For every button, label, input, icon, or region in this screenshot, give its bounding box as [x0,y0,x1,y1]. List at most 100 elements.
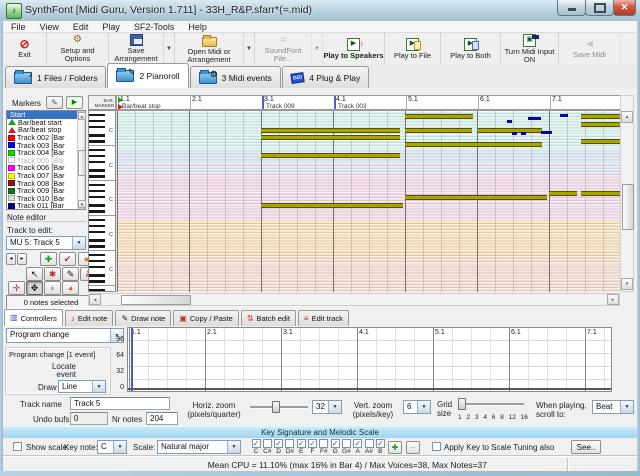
midi-note[interactable] [581,114,620,119]
black-key[interactable] [89,266,105,269]
track-name-input[interactable]: Track 5 [70,397,170,410]
close-button[interactable]: ✕ [613,0,636,16]
pianoroll-grid[interactable] [116,110,620,292]
black-key[interactable] [89,231,105,234]
midi-note[interactable] [405,195,547,200]
tab-4-plug-play[interactable]: GO!4 Plug & Play [282,66,369,88]
select-tool[interactable]: ↖ [26,267,43,281]
midi-note[interactable] [261,203,403,208]
controller-type-select[interactable]: Program change▼ [6,328,124,343]
toolbar-play-both-button[interactable]: ▶Play to Both [441,33,501,64]
toolbar-save-button[interactable]: Save Arrangement▼ [109,33,175,64]
black-key[interactable] [89,140,105,143]
midi-note[interactable] [521,132,526,135]
scale-note-checkbox[interactable]: ✓ [353,439,362,448]
menu-edit[interactable]: Edit [73,22,89,32]
scale-note-checkbox[interactable]: ✓ [252,439,261,448]
scale-note-checkbox[interactable]: ✓ [297,439,306,448]
show-scale-checkbox[interactable] [13,442,22,451]
menu-sf2-tools[interactable]: SF2-Tools [134,22,175,32]
glue-tool[interactable]: ✱ [44,267,61,281]
editor-tab-edit-note[interactable]: ♪Edit note [65,310,114,326]
toolbar-setup-button[interactable]: ⚙Setup and Options [47,33,109,64]
black-key[interactable] [89,190,105,193]
maximize-button[interactable] [585,0,614,16]
draw-mode-select[interactable]: Line▼ [58,380,106,393]
scale-select[interactable]: Natural major▼ [157,440,241,454]
tab-2-pianoroll[interactable]: ✎2 Pianoroll [107,63,188,88]
scale-note-checkbox[interactable]: ✓ [376,439,385,448]
black-key[interactable] [89,184,105,187]
midi-note[interactable] [507,120,512,123]
toolbar-midi-input-button[interactable]: ▣Turn Midi Input ON [501,33,559,64]
midi-note[interactable] [261,128,400,133]
scale-note-checkbox[interactable]: ✓ [308,439,317,448]
black-key[interactable] [89,204,105,207]
scale-note-checkbox[interactable]: ✓ [274,439,283,448]
scale-note-checkbox[interactable]: ✓ [331,439,340,448]
black-key[interactable] [89,114,105,117]
add-note-button[interactable]: ✚ [40,252,57,266]
scale-note-checkbox[interactable] [285,439,294,448]
midi-note[interactable] [261,153,400,158]
black-key[interactable] [89,196,105,199]
piano-keyboard[interactable]: CCCCC [88,110,116,292]
toolbar-play-speakers-button[interactable]: ▶Play to Speakers [323,33,385,64]
menu-file[interactable]: File [11,22,26,32]
black-key[interactable] [89,274,105,277]
mute-tool[interactable]: ✛ [8,281,25,295]
controller-graph[interactable]: 1.12.13.14.15.16.17.1 [127,327,612,392]
midi-note[interactable] [581,122,620,127]
pianoroll-hscrollbar[interactable]: ◂ ▸ [88,293,620,306]
dropdown-arrow-icon[interactable]: ▼ [311,33,322,64]
black-key[interactable] [89,126,105,129]
toolbar-play-file-button[interactable]: ▶Play to File [385,33,441,64]
editor-tab-batch-edit[interactable]: ⇅Batch edit [241,310,296,326]
scale-note-checkbox[interactable] [342,439,351,448]
midi-note[interactable] [560,114,568,117]
dropdown-arrow-icon[interactable]: ▼ [243,33,254,64]
play-marker-button[interactable]: ▶ [66,96,83,109]
pencil-tool[interactable]: ✎ [62,267,79,281]
playhead-line[interactable] [131,328,133,392]
marker-item[interactable]: Track 011 [Bar [7,202,85,210]
black-key[interactable] [89,260,105,263]
add-scale-button[interactable]: ✚ [388,441,402,454]
black-key[interactable] [89,219,105,222]
black-key[interactable] [89,161,105,164]
black-key[interactable] [89,210,105,213]
midi-note[interactable] [549,191,577,196]
midi-note[interactable] [405,142,542,147]
black-key[interactable] [89,289,105,292]
editor-tab-controllers[interactable]: ▥Controllers [4,309,63,326]
black-key[interactable] [89,254,105,257]
menu-view[interactable]: View [40,22,59,32]
black-key[interactable] [89,134,105,137]
markers-scrollbar[interactable]: ▴ ▾ [77,111,85,209]
black-key[interactable] [89,225,105,228]
menu-play[interactable]: Play [102,22,120,32]
grid-size-slider[interactable] [458,403,524,406]
black-key[interactable] [89,169,105,172]
apply-tuning-checkbox[interactable] [432,442,441,451]
track-to-edit-select[interactable]: MU 5: Track 5▼ [6,236,86,250]
midi-note[interactable] [478,128,542,133]
black-key[interactable] [89,280,105,283]
scale-note-checkbox[interactable] [365,439,374,448]
toolbar-exit-button[interactable]: ⊘Exit [3,33,47,64]
scroll-to-select[interactable]: Beat▼ [592,400,634,414]
pianoroll-ruler[interactable]: 1.1Bar/beat stop2.13.1Track 0094.1Track … [116,95,620,110]
move-tool[interactable]: ✥ [26,281,43,295]
midi-note[interactable] [405,128,472,133]
midi-note[interactable] [512,132,517,135]
pianoroll-vscrollbar[interactable]: ▴ ▾ [620,95,634,292]
shape-tool[interactable]: ◗ [44,281,61,295]
black-key[interactable] [89,239,105,242]
black-key[interactable] [89,149,105,152]
edit-markers-button[interactable]: ✎ [46,96,63,109]
editor-tab-copy-paste[interactable]: ▣Copy / Paste [173,310,239,326]
nav-prev-button[interactable]: ◂ [6,253,16,265]
scale-note-checkbox[interactable] [263,439,272,448]
vert-zoom-select[interactable]: 6▼ [403,400,431,414]
minimize-button[interactable] [557,0,586,16]
